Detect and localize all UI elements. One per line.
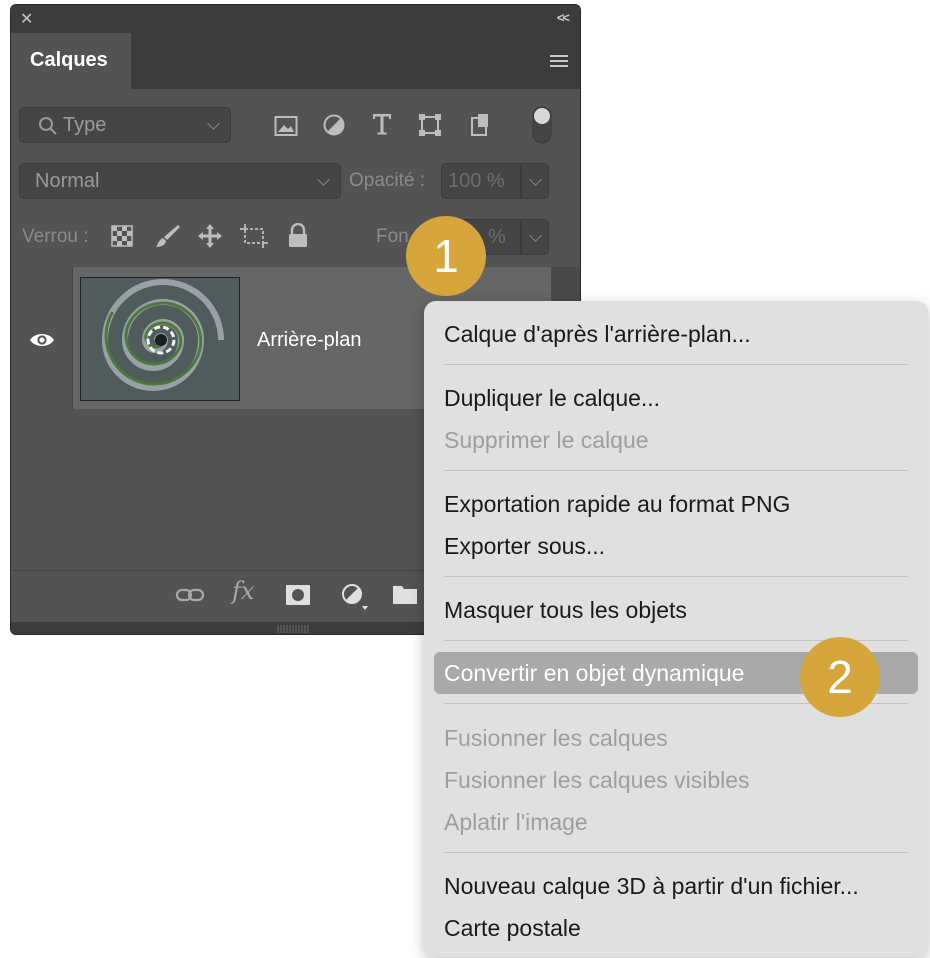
type-filter-icon[interactable]: [371, 112, 393, 136]
menu-item-merge-layers: Fusionner les calques: [444, 725, 668, 751]
menu-separator: [444, 470, 908, 471]
menu-item-export-as[interactable]: Exporter sous...: [444, 533, 605, 560]
opacity-label: Opacité :: [349, 170, 426, 191]
lock-label: Verrou :: [22, 226, 89, 247]
lock-position-move-icon[interactable]: [197, 223, 223, 249]
layer-thumbnail: [80, 277, 240, 401]
filter-type-label: Type: [63, 114, 107, 136]
menu-separator: [444, 364, 908, 365]
opacity-value: 100 %: [448, 170, 505, 192]
menu-item-new-3d-layer[interactable]: Nouveau calque 3D à partir d'un fichier.…: [444, 873, 859, 900]
link-layers-icon[interactable]: [175, 585, 205, 605]
new-adjustment-layer-icon[interactable]: [341, 583, 371, 613]
chevron-down-icon: [529, 229, 542, 242]
panel-menu-icon[interactable]: [550, 55, 568, 68]
add-mask-icon[interactable]: [285, 584, 311, 606]
menu-item-flatten-image: Aplatir l'image: [444, 809, 588, 835]
menu-item-duplicate-layer[interactable]: Dupliquer le calque...: [444, 385, 660, 412]
menu-item-layer-from-background[interactable]: Calque d'après l'arrière-plan...: [444, 321, 751, 348]
new-group-folder-icon[interactable]: [392, 583, 418, 605]
collapse-icon[interactable]: <<: [557, 10, 570, 25]
panel-titlebar: [11, 5, 580, 33]
layer-style-fx-icon[interactable]: fx: [232, 577, 254, 605]
tab-label: Calques: [30, 49, 108, 71]
fill-dropdown[interactable]: [521, 219, 549, 255]
filter-kind-select[interactable]: Type: [19, 107, 231, 143]
menu-item-merge-visible: Fusionner les calques visibles: [444, 767, 750, 793]
eye-visibility-icon[interactable]: [29, 331, 55, 349]
blend-mode-select[interactable]: Normal: [19, 163, 341, 199]
lock-all-icon[interactable]: [287, 223, 309, 249]
fill-label: Fon: [376, 226, 409, 247]
fill-value: %: [488, 226, 506, 248]
menu-separator: [444, 852, 908, 853]
layer-name: Arrière-plan: [257, 329, 362, 351]
chevron-down-icon: [207, 117, 220, 130]
chevron-down-icon: [317, 173, 330, 186]
layer-context-menu: Calque d'après l'arrière-plan... Dupliqu…: [424, 301, 928, 957]
grip-lines-icon: [277, 625, 309, 633]
opacity-dropdown[interactable]: [521, 163, 549, 199]
search-icon: [39, 117, 57, 135]
chevron-down-icon: [529, 173, 542, 186]
menu-item-postcard[interactable]: Carte postale: [444, 915, 581, 942]
lock-transparency-icon[interactable]: [111, 225, 133, 247]
callout-badge-2: 2: [800, 637, 880, 717]
menu-item-delete-layer: Supprimer le calque: [444, 427, 649, 453]
menu-item-convert-smart-object[interactable]: Convertir en objet dynamique: [444, 660, 744, 687]
callout-badge-1: 1: [406, 216, 486, 296]
menu-item-hide-all-objects[interactable]: Masquer tous les objets: [444, 597, 687, 624]
opacity-input[interactable]: 100 %: [441, 163, 521, 199]
lock-artboard-icon[interactable]: [240, 224, 268, 248]
menu-separator: [444, 576, 908, 577]
lock-pixels-brush-icon[interactable]: [155, 223, 181, 249]
filter-toggle-icon[interactable]: [531, 105, 553, 145]
smart-object-filter-icon[interactable]: [469, 112, 491, 137]
adjustment-filter-icon[interactable]: [322, 113, 346, 137]
shape-filter-icon[interactable]: [418, 113, 442, 137]
menu-item-quick-export-png[interactable]: Exportation rapide au format PNG: [444, 491, 790, 518]
close-icon[interactable]: ✕: [20, 9, 33, 29]
image-filter-icon[interactable]: [274, 115, 298, 137]
blend-mode-value: Normal: [35, 170, 100, 192]
